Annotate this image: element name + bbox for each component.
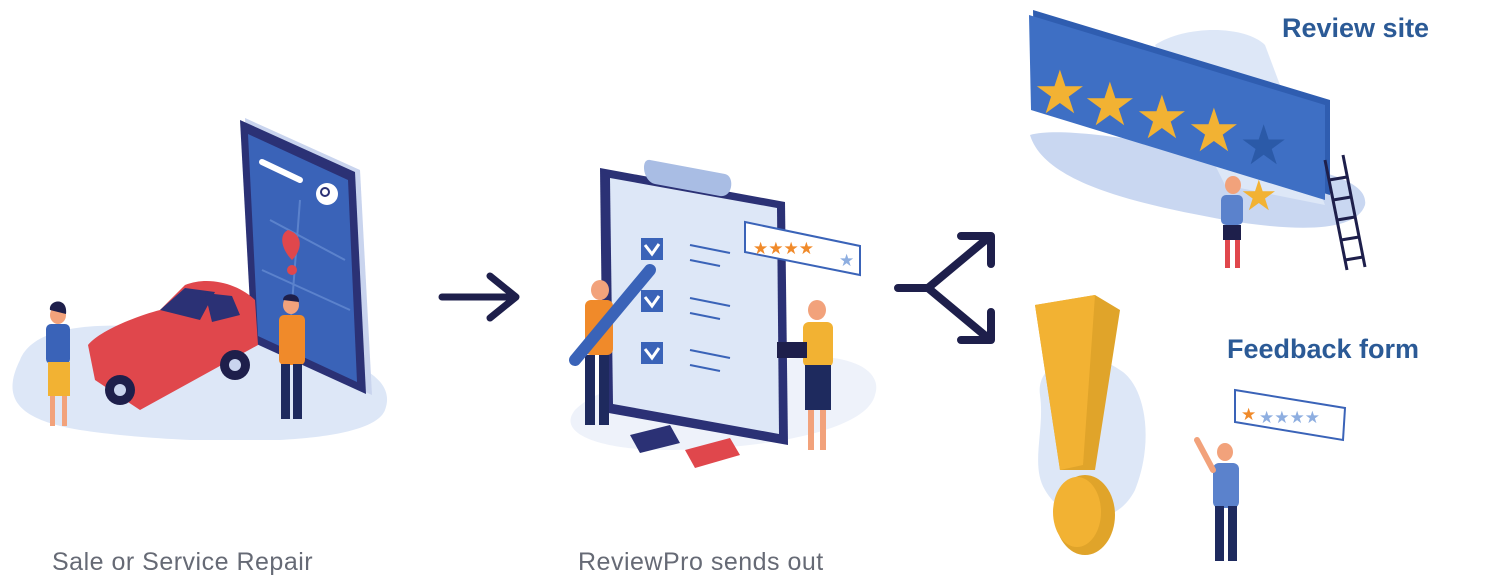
review-site-label: Review site	[1282, 13, 1430, 43]
svg-text:★: ★	[1240, 171, 1278, 220]
svg-text:★: ★	[1239, 113, 1288, 177]
svg-text:★: ★	[839, 251, 854, 271]
svg-text:★: ★	[1033, 58, 1087, 128]
feedback-form-label: Feedback form	[1227, 334, 1420, 364]
feedback-form-illustration: ★ ★★★★	[1035, 295, 1347, 561]
branch-arrow-icon	[894, 232, 995, 344]
svg-text:★★★★: ★★★★	[753, 239, 814, 259]
star-rating-icon: ★ ★★★★	[1234, 388, 1347, 442]
svg-text:★: ★	[1083, 70, 1137, 140]
car-phone-illustration	[12, 118, 387, 440]
review-site-illustration: ★ ★ ★ ★ ★ ★	[1029, 10, 1367, 271]
step-2-caption: ReviewPro sends out	[578, 548, 824, 576]
svg-text:★: ★	[1135, 83, 1189, 153]
svg-text:★★★★: ★★★★	[1259, 408, 1320, 428]
svg-text:★: ★	[1241, 405, 1256, 425]
arrow-right-icon	[438, 272, 520, 322]
clipboard-illustration: ★★★★ ★	[569, 159, 877, 468]
step-1-caption: Sale or Service Repair	[52, 548, 314, 576]
svg-text:★: ★	[1187, 96, 1241, 166]
